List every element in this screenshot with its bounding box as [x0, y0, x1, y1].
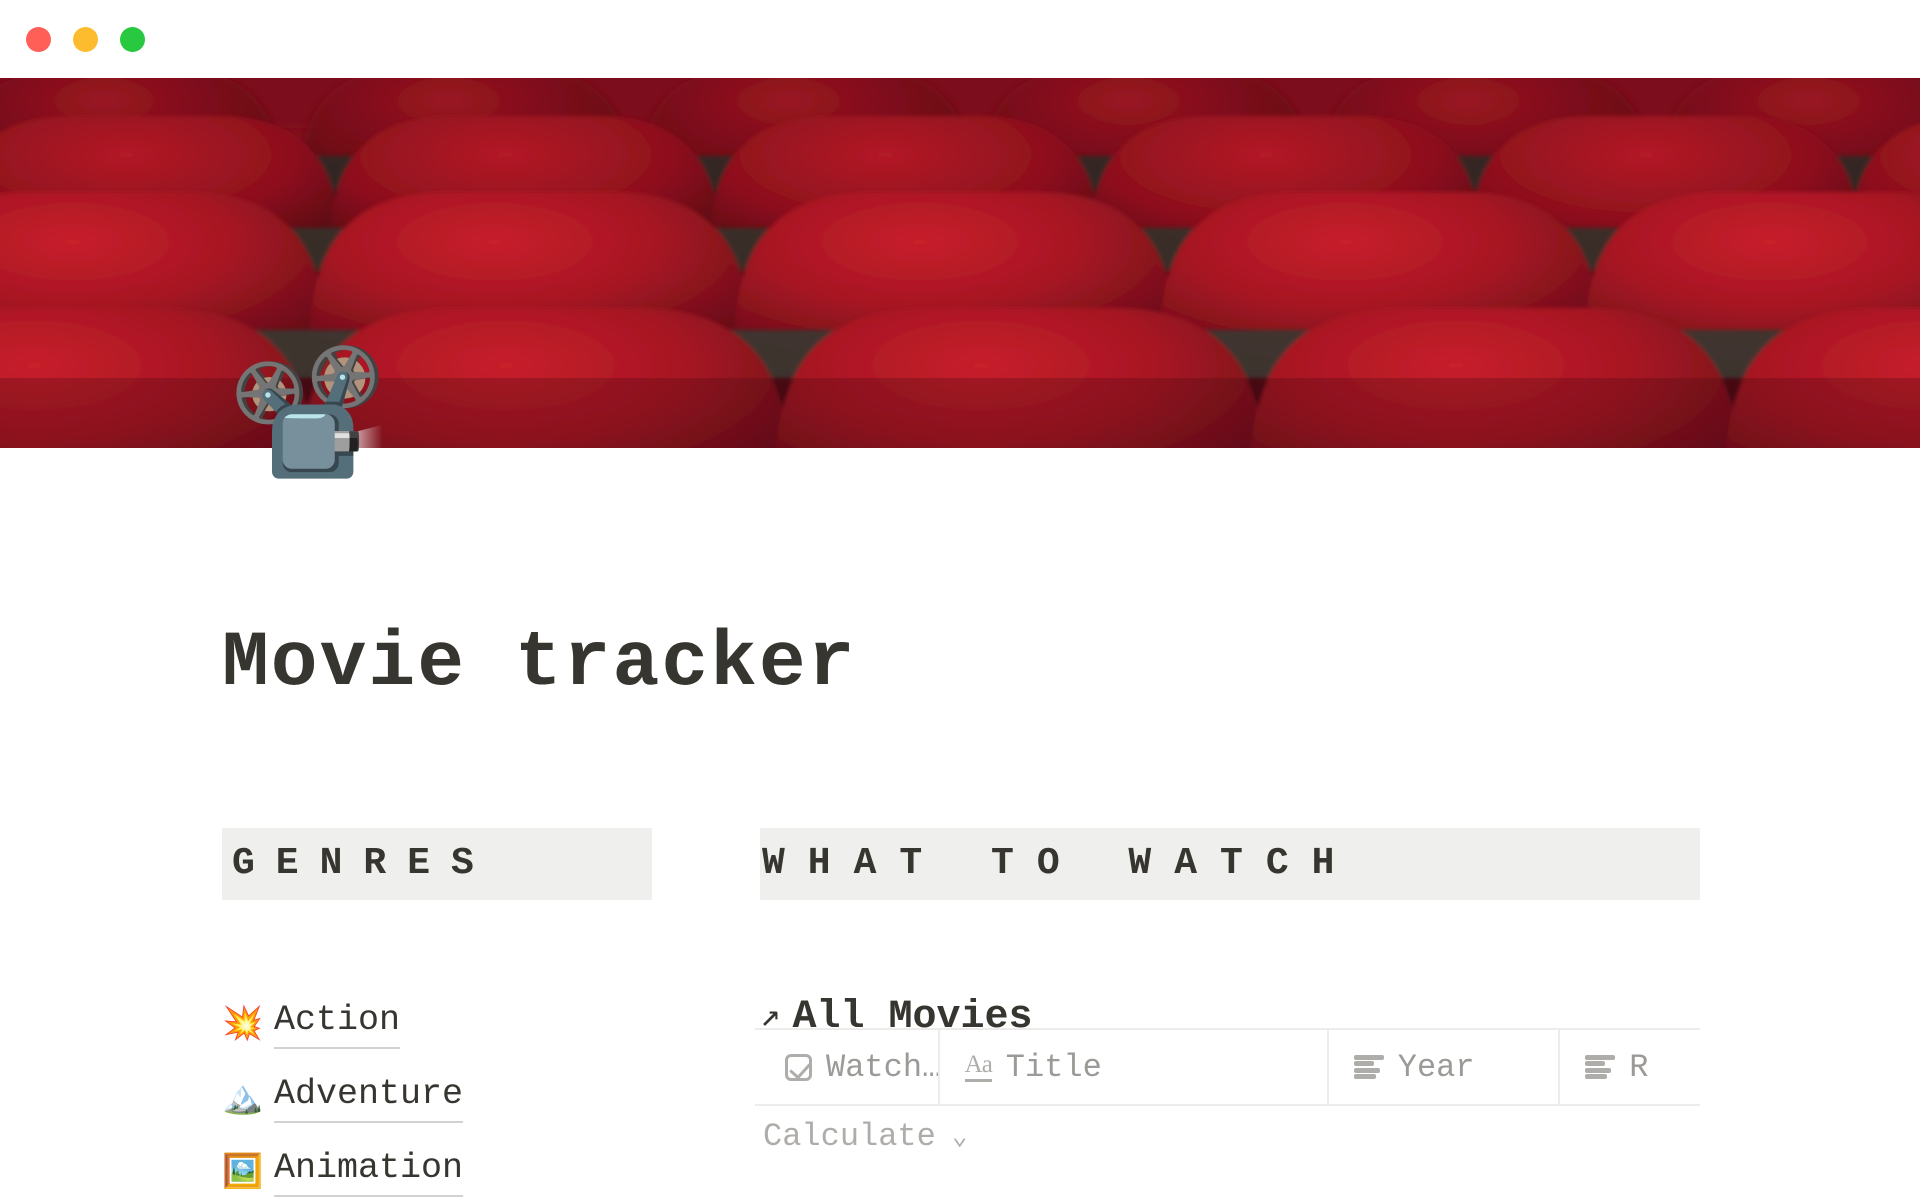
- genre-label[interactable]: Action: [274, 1001, 401, 1049]
- column-header-year[interactable]: Year: [1329, 1030, 1561, 1104]
- framed-picture-emoji: 🖼️: [222, 1154, 264, 1192]
- database-header-row: Watch… Aa Title Year R: [755, 1028, 1700, 1106]
- collision-emoji: 💥: [222, 1006, 264, 1044]
- column-header-label: R: [1629, 1048, 1649, 1086]
- select-lines-icon: [1353, 1055, 1384, 1079]
- calculate-label: Calculate: [763, 1118, 936, 1155]
- minimize-button[interactable]: [73, 27, 98, 52]
- column-header-label: Title: [1005, 1048, 1102, 1086]
- genre-item-animation[interactable]: 🖼️ Animation: [222, 1136, 652, 1200]
- snow-mountain-emoji: 🏔️: [222, 1080, 264, 1118]
- column-header-rating[interactable]: R: [1560, 1030, 1700, 1104]
- genre-item-action[interactable]: 💥 Action: [222, 988, 652, 1062]
- checkbox-icon: [785, 1053, 812, 1081]
- genre-list: 💥 Action 🏔️ Adventure 🖼️ Animation: [222, 988, 652, 1200]
- database-calculate-row[interactable]: Calculate ⌄: [755, 1118, 1700, 1155]
- window-controls: [26, 27, 145, 52]
- text-aa-icon: Aa: [964, 1052, 993, 1082]
- maximize-button[interactable]: [120, 27, 145, 52]
- genres-heading: GENRES: [222, 828, 652, 900]
- column-header-label: Year: [1397, 1048, 1475, 1086]
- column-header-title[interactable]: Aa Title: [940, 1030, 1329, 1104]
- window-titlebar: [0, 0, 1920, 78]
- column-header-watched[interactable]: Watch…: [755, 1030, 940, 1104]
- film-projector-emoji[interactable]: 📽️: [228, 348, 387, 498]
- app-window: 📽️ Movie tracker GENRES 💥 Action 🏔️ Adve…: [0, 0, 1920, 1200]
- page-title[interactable]: Movie tracker: [222, 620, 857, 708]
- genre-label[interactable]: Animation: [274, 1149, 464, 1197]
- genres-column: GENRES 💥 Action 🏔️ Adventure 🖼️ Animatio…: [222, 828, 652, 1200]
- genre-label[interactable]: Adventure: [274, 1075, 464, 1123]
- genre-item-adventure[interactable]: 🏔️ Adventure: [222, 1062, 652, 1136]
- close-button[interactable]: [26, 27, 51, 52]
- chevron-down-icon: ⌄: [951, 1122, 968, 1152]
- column-header-label: Watch…: [826, 1048, 940, 1086]
- what-to-watch-heading: WHAT TO WATCH: [760, 828, 1700, 900]
- select-lines-icon: [1585, 1055, 1616, 1079]
- what-to-watch-column: WHAT TO WATCH ↗ All Movies Watch… Aa Tit…: [755, 828, 1700, 1155]
